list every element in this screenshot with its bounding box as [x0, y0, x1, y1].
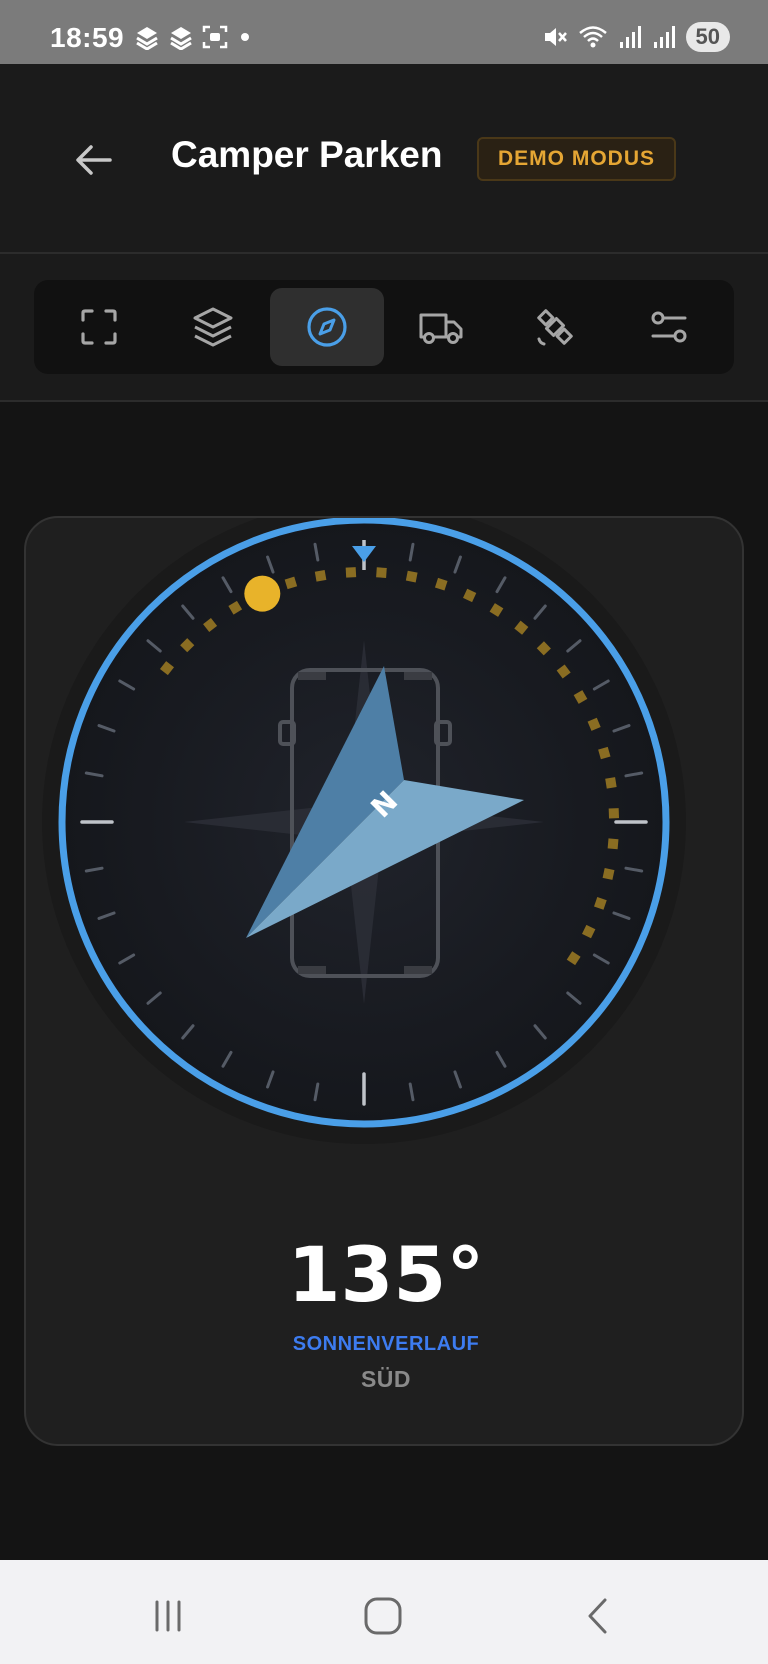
home-icon	[364, 1597, 402, 1635]
sun-path-dot	[345, 567, 357, 578]
screenshot-icon	[202, 25, 228, 49]
recent-apps-icon	[155, 1600, 181, 1632]
status-time: 18:59	[50, 22, 125, 53]
sun-path-dot	[405, 570, 418, 583]
sun-path-dot	[605, 777, 617, 789]
sun-path-label: SONNENVERLAUF	[292, 1333, 480, 1355]
sun-path-dot	[607, 838, 619, 850]
tool-frame-button[interactable]	[42, 288, 156, 366]
system-nav-bar	[0, 1560, 768, 1664]
sun-path-dot	[376, 567, 387, 578]
direction-label: SÜD	[360, 1366, 412, 1392]
truck-icon	[419, 313, 463, 344]
toolbar-area	[0, 254, 768, 402]
app-header: Camper Parken DEMO MODUS	[0, 64, 768, 254]
tool-satellite-button[interactable]	[498, 288, 612, 366]
sun-path-dot	[602, 868, 615, 880]
demo-mode-badge: DEMO MODUS	[477, 137, 676, 181]
mute-icon	[544, 28, 567, 46]
arrow-left-icon	[76, 145, 112, 175]
tool-vehicle-button[interactable]	[384, 288, 498, 366]
wifi-icon	[578, 26, 607, 48]
compass-icon	[307, 307, 347, 347]
nav-back-button[interactable]	[568, 1586, 628, 1646]
status-icons-right: 50	[542, 22, 730, 52]
sliders-icon	[651, 311, 687, 343]
heading-value: 135°	[287, 1230, 485, 1319]
status-bar: 18:59 50	[0, 0, 768, 64]
layers-icon	[193, 307, 233, 347]
sun-path-dot	[314, 570, 327, 582]
page-title: Camper Parken	[171, 134, 443, 175]
home-button[interactable]	[353, 1586, 413, 1646]
layers-icon	[136, 27, 158, 50]
back-icon	[588, 1598, 607, 1634]
mode-toolbar	[34, 280, 734, 374]
frame-icon	[81, 309, 117, 345]
tool-settings-button[interactable]	[612, 288, 726, 366]
satellite-icon	[537, 309, 573, 346]
battery-indicator: 50	[685, 22, 730, 52]
signal-icon	[653, 26, 675, 48]
dot-icon	[241, 33, 249, 41]
compass: N	[42, 518, 686, 1144]
layers-icon	[170, 27, 192, 50]
compass-card: N 135° SONNENVERLAUF SÜD	[24, 516, 744, 1446]
back-button[interactable]	[64, 130, 124, 190]
tool-layers-button[interactable]	[156, 288, 270, 366]
recent-apps-button[interactable]	[138, 1586, 198, 1646]
signal-icon	[619, 26, 641, 48]
sun-path-dot	[608, 808, 620, 819]
status-icons-left	[134, 24, 254, 50]
sun-marker	[244, 575, 281, 612]
tool-compass-button[interactable]	[270, 288, 384, 366]
